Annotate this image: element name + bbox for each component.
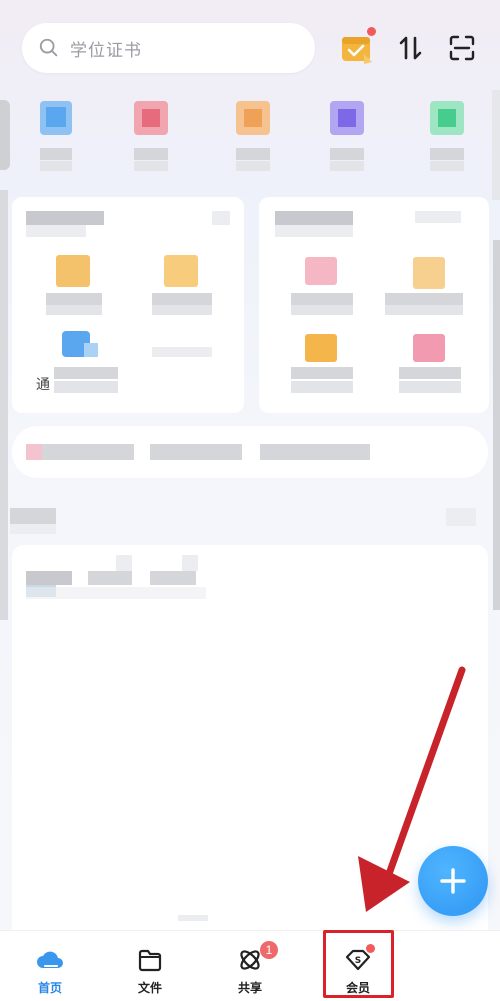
list-tab[interactable] xyxy=(150,571,196,585)
left-edge-bar xyxy=(0,100,10,170)
file-name-text: 通 xyxy=(36,377,50,393)
list-tab[interactable] xyxy=(26,571,72,585)
section-more-blur[interactable] xyxy=(446,508,476,526)
file-thumb[interactable] xyxy=(413,334,445,362)
bottom-nav: 首页 文件 共享 1 S 会员 xyxy=(0,930,500,1001)
nav-item-files[interactable]: 文件 xyxy=(115,931,185,1001)
scan-icon xyxy=(449,35,475,61)
shortcut-item[interactable] xyxy=(222,93,284,178)
search-placeholder: 学位证书 xyxy=(70,40,142,61)
left-edge-bar xyxy=(0,190,8,620)
scan-button[interactable] xyxy=(442,28,482,68)
shortcut-item[interactable] xyxy=(316,93,378,178)
card-title-blur xyxy=(26,211,104,225)
nav-item-home[interactable]: 首页 xyxy=(15,931,85,1001)
search-input[interactable]: 学位证书 xyxy=(22,23,315,73)
sort-icon xyxy=(399,36,422,60)
file-thumb[interactable] xyxy=(305,334,337,362)
nav-label-files: 文件 xyxy=(137,981,162,995)
recent-files-card[interactable]: 通 xyxy=(12,197,244,413)
add-button[interactable] xyxy=(418,846,488,916)
annotation-highlight-box xyxy=(323,930,394,998)
recent-docs-card[interactable] xyxy=(259,197,489,413)
shortcut-item[interactable] xyxy=(120,93,182,178)
calendar-check-button[interactable] xyxy=(338,27,378,68)
share-badge: 1 xyxy=(260,941,278,959)
shortcut-item[interactable] xyxy=(26,93,86,178)
file-thumb[interactable] xyxy=(413,257,445,289)
right-edge-bar xyxy=(493,240,500,610)
nav-label-share: 共享 xyxy=(237,981,262,995)
search-icon xyxy=(39,38,58,57)
list-tab[interactable] xyxy=(88,571,132,585)
section-title-blur xyxy=(10,508,56,524)
quick-tags-strip[interactable] xyxy=(12,426,488,478)
shortcut-item[interactable] xyxy=(418,93,480,178)
sort-button[interactable] xyxy=(391,28,431,68)
nav-item-share[interactable]: 共享 1 xyxy=(215,931,285,1001)
cloud-home-icon xyxy=(37,951,63,968)
plus-icon xyxy=(440,868,466,894)
right-edge-bar xyxy=(492,90,500,200)
folder-icon xyxy=(138,949,162,972)
file-thumb[interactable] xyxy=(164,255,198,287)
notification-dot xyxy=(367,27,376,36)
file-thumb[interactable] xyxy=(56,255,90,287)
nav-label-home: 首页 xyxy=(37,981,62,995)
file-thumb[interactable] xyxy=(305,257,337,285)
